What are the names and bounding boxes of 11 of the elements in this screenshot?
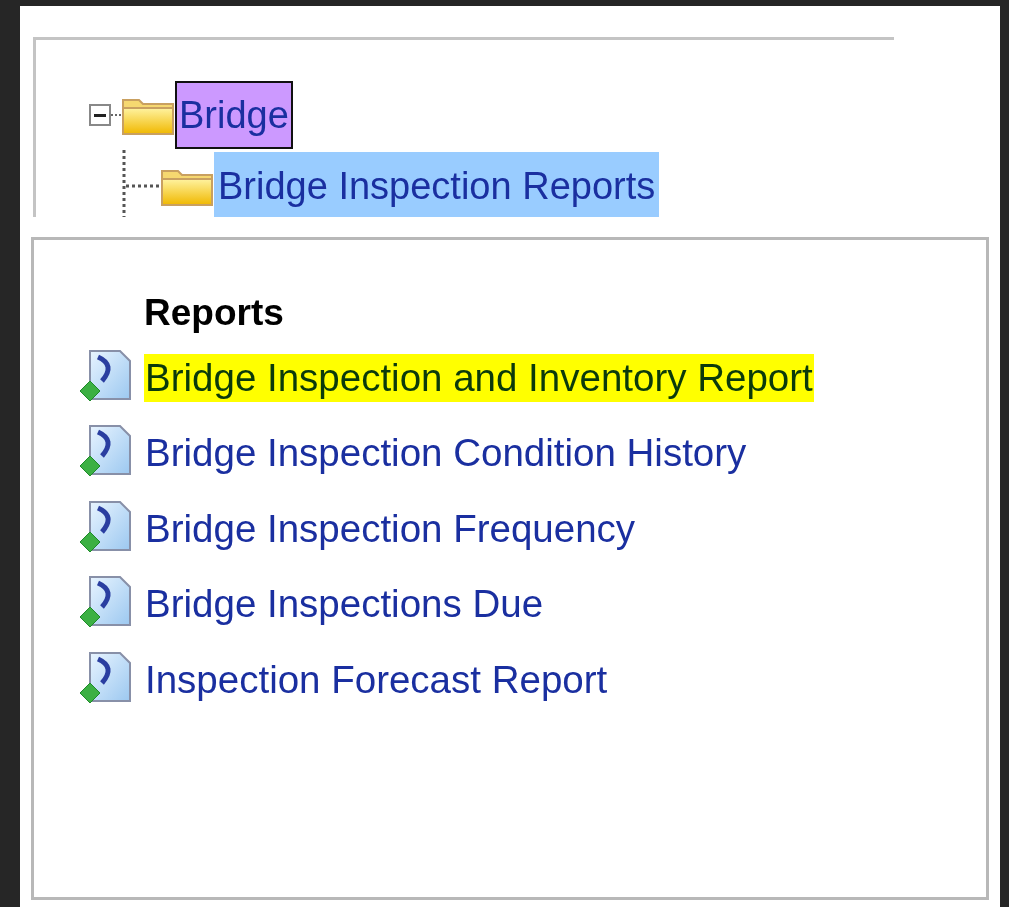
report-link[interactable]: Bridge Inspection and Inventory Report [144, 353, 814, 402]
tree-item[interactable]: Bridge Inspection Reports [214, 151, 660, 217]
collapse-icon[interactable] [89, 103, 111, 126]
report-link[interactable]: Bridge Inspection Frequency [144, 504, 637, 553]
tree-line [122, 150, 160, 217]
report-link[interactable]: Bridge Inspection Condition History [144, 429, 748, 478]
report-link[interactable]: Bridge Inspections Due [144, 580, 545, 629]
reports-heading: Reports [144, 292, 285, 334]
tree-line [111, 112, 121, 117]
tree-item[interactable]: Bridge [175, 80, 293, 149]
report-link[interactable]: Inspection Forecast Report [144, 655, 609, 704]
